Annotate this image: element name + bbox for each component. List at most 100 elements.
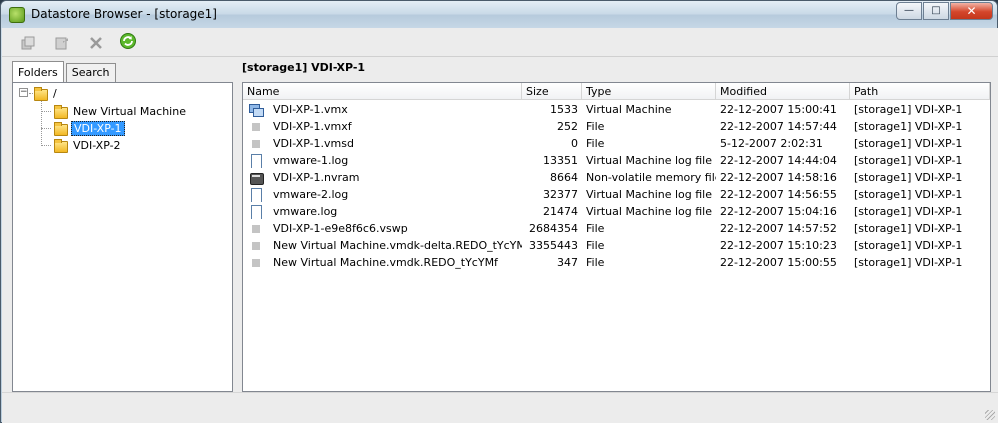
file-size: 8664 [550,171,578,184]
file-modified: 22-12-2007 15:04:16 [720,205,837,218]
file-path: [storage1] VDI-XP-1 [854,188,963,201]
title-bar[interactable]: Datastore Browser - [storage1] — □ ✕ [1,1,997,28]
maximize-button[interactable]: □ [923,2,949,20]
log-file-icon [249,187,263,202]
column-header-path[interactable]: Path [850,83,990,100]
refresh-button[interactable] [118,31,138,51]
download-button[interactable] [52,33,72,53]
resize-grip-icon[interactable] [985,410,995,420]
window-controls: — □ ✕ [895,2,993,20]
column-header-size[interactable]: Size [522,83,582,100]
file-type: File [586,137,605,150]
tree-item-label: New Virtual Machine [73,104,186,118]
minimize-button[interactable]: — [896,2,922,20]
file-name: VDI-XP-1.vmxf [273,120,352,133]
file-icon [249,222,263,236]
folder-icon [53,104,68,119]
toolbar [2,28,998,57]
tree-connector [41,101,42,146]
file-size: 1533 [550,103,578,116]
file-name: New Virtual Machine.vmdk-delta.REDO_tYcY… [273,239,522,252]
file-path: [storage1] VDI-XP-1 [854,239,963,252]
file-size: 347 [557,256,578,269]
tree-item-label: VDI-XP-2 [73,138,121,152]
upload-icon [21,36,35,50]
refresh-icon [120,33,136,49]
file-modified: 5-12-2007 2:02:31 [720,137,823,150]
panel-splitter[interactable] [235,57,239,392]
log-file-icon [249,153,263,168]
tab-folders[interactable]: Folders [12,61,64,82]
file-type: File [586,239,605,252]
status-bar [2,392,998,423]
file-type: Virtual Machine log file [586,154,713,167]
file-modified: 22-12-2007 15:00:41 [720,103,837,116]
file-icon [249,120,263,134]
file-size: 13351 [543,154,578,167]
file-modified: 22-12-2007 15:00:55 [720,256,837,269]
tree-item-vdi-xp-1[interactable]: VDI-XP-1 [53,120,125,136]
collapse-expander-icon[interactable]: − [19,88,28,97]
tree-connector [41,145,51,146]
table-row[interactable]: VDI-XP-1.vmx 1533 Virtual Machine 22-12-… [243,101,990,118]
file-name: VDI-XP-1-e9e8f6c6.vswp [273,222,408,235]
file-path: [storage1] VDI-XP-1 [854,256,963,269]
file-size: 2684354 [529,222,578,235]
file-path: [storage1] VDI-XP-1 [854,137,963,150]
file-name: vmware.log [273,205,338,218]
file-icon [249,239,263,253]
datastore-browser-window: Datastore Browser - [storage1] — □ ✕ Fol… [0,0,998,423]
upload-button[interactable] [18,33,38,53]
main-area: Folders Search − / New Virtual Machine V… [2,57,998,423]
table-row[interactable]: VDI-XP-1.vmsd 0 File 5-12-2007 2:02:31 [… [243,135,990,152]
tree-item-root[interactable]: / [33,85,59,101]
tree-item-vdi-xp-2[interactable]: VDI-XP-2 [53,137,123,153]
breadcrumb: [storage1] VDI-XP-1 [242,61,366,74]
file-modified: 22-12-2007 14:57:44 [720,120,837,133]
memory-file-icon [249,171,264,185]
file-type: Virtual Machine log file [586,188,713,201]
table-row[interactable]: vmware.log 21474 Virtual Machine log fil… [243,203,990,220]
table-row[interactable]: VDI-XP-1.nvram 8664 Non-volatile memory … [243,169,990,186]
open-folder-icon [53,121,68,136]
file-path: [storage1] VDI-XP-1 [854,154,963,167]
column-header-type[interactable]: Type [582,83,716,100]
table-row[interactable]: New Virtual Machine.vmdk-delta.REDO_tYcY… [243,237,990,254]
file-list[interactable]: Name Size Type Modified Path VDI-XP-1.vm… [242,82,991,392]
table-row[interactable]: VDI-XP-1.vmxf 252 File 22-12-2007 14:57:… [243,118,990,135]
file-path: [storage1] VDI-XP-1 [854,103,963,116]
folder-icon [53,138,68,153]
file-modified: 22-12-2007 15:10:23 [720,239,837,252]
table-row[interactable]: VDI-XP-1-e9e8f6c6.vswp 2684354 File 22-1… [243,220,990,237]
column-header-modified[interactable]: Modified [716,83,850,100]
tab-search[interactable]: Search [65,63,116,82]
file-size: 21474 [543,205,578,218]
file-size: 0 [571,137,578,150]
file-name: VDI-XP-1.vmsd [273,137,354,150]
table-row[interactable]: New Virtual Machine.vmdk.REDO_tYcYMf 347… [243,254,990,271]
tree-item-new-virtual-machine[interactable]: New Virtual Machine [53,103,188,119]
folder-icon [33,86,48,101]
file-type: Non-volatile memory file [586,171,716,184]
delete-icon [90,37,102,49]
folder-tree[interactable]: − / New Virtual Machine VDI-XP-1 VDI-XP-… [12,82,233,392]
file-icon [249,137,263,151]
delete-button[interactable] [86,33,106,53]
file-name: VDI-XP-1.nvram [273,171,360,184]
table-row[interactable]: vmware-1.log 13351 Virtual Machine log f… [243,152,990,169]
file-modified: 22-12-2007 14:56:55 [720,188,837,201]
column-header-name[interactable]: Name [243,83,522,100]
file-type: File [586,222,605,235]
tree-item-label: VDI-XP-1 [71,120,125,136]
file-name: vmware-2.log [273,188,349,201]
file-modified: 22-12-2007 14:44:04 [720,154,837,167]
close-button[interactable]: ✕ [950,2,993,20]
panel-tabs: Folders Search [12,61,118,83]
file-type: File [586,256,605,269]
log-file-icon [249,204,263,219]
table-row[interactable]: vmware-2.log 32377 Virtual Machine log f… [243,186,990,203]
file-list-header: Name Size Type Modified Path [243,83,990,100]
download-icon [55,37,68,50]
file-path: [storage1] VDI-XP-1 [854,171,963,184]
virtual-machine-icon [249,103,264,117]
